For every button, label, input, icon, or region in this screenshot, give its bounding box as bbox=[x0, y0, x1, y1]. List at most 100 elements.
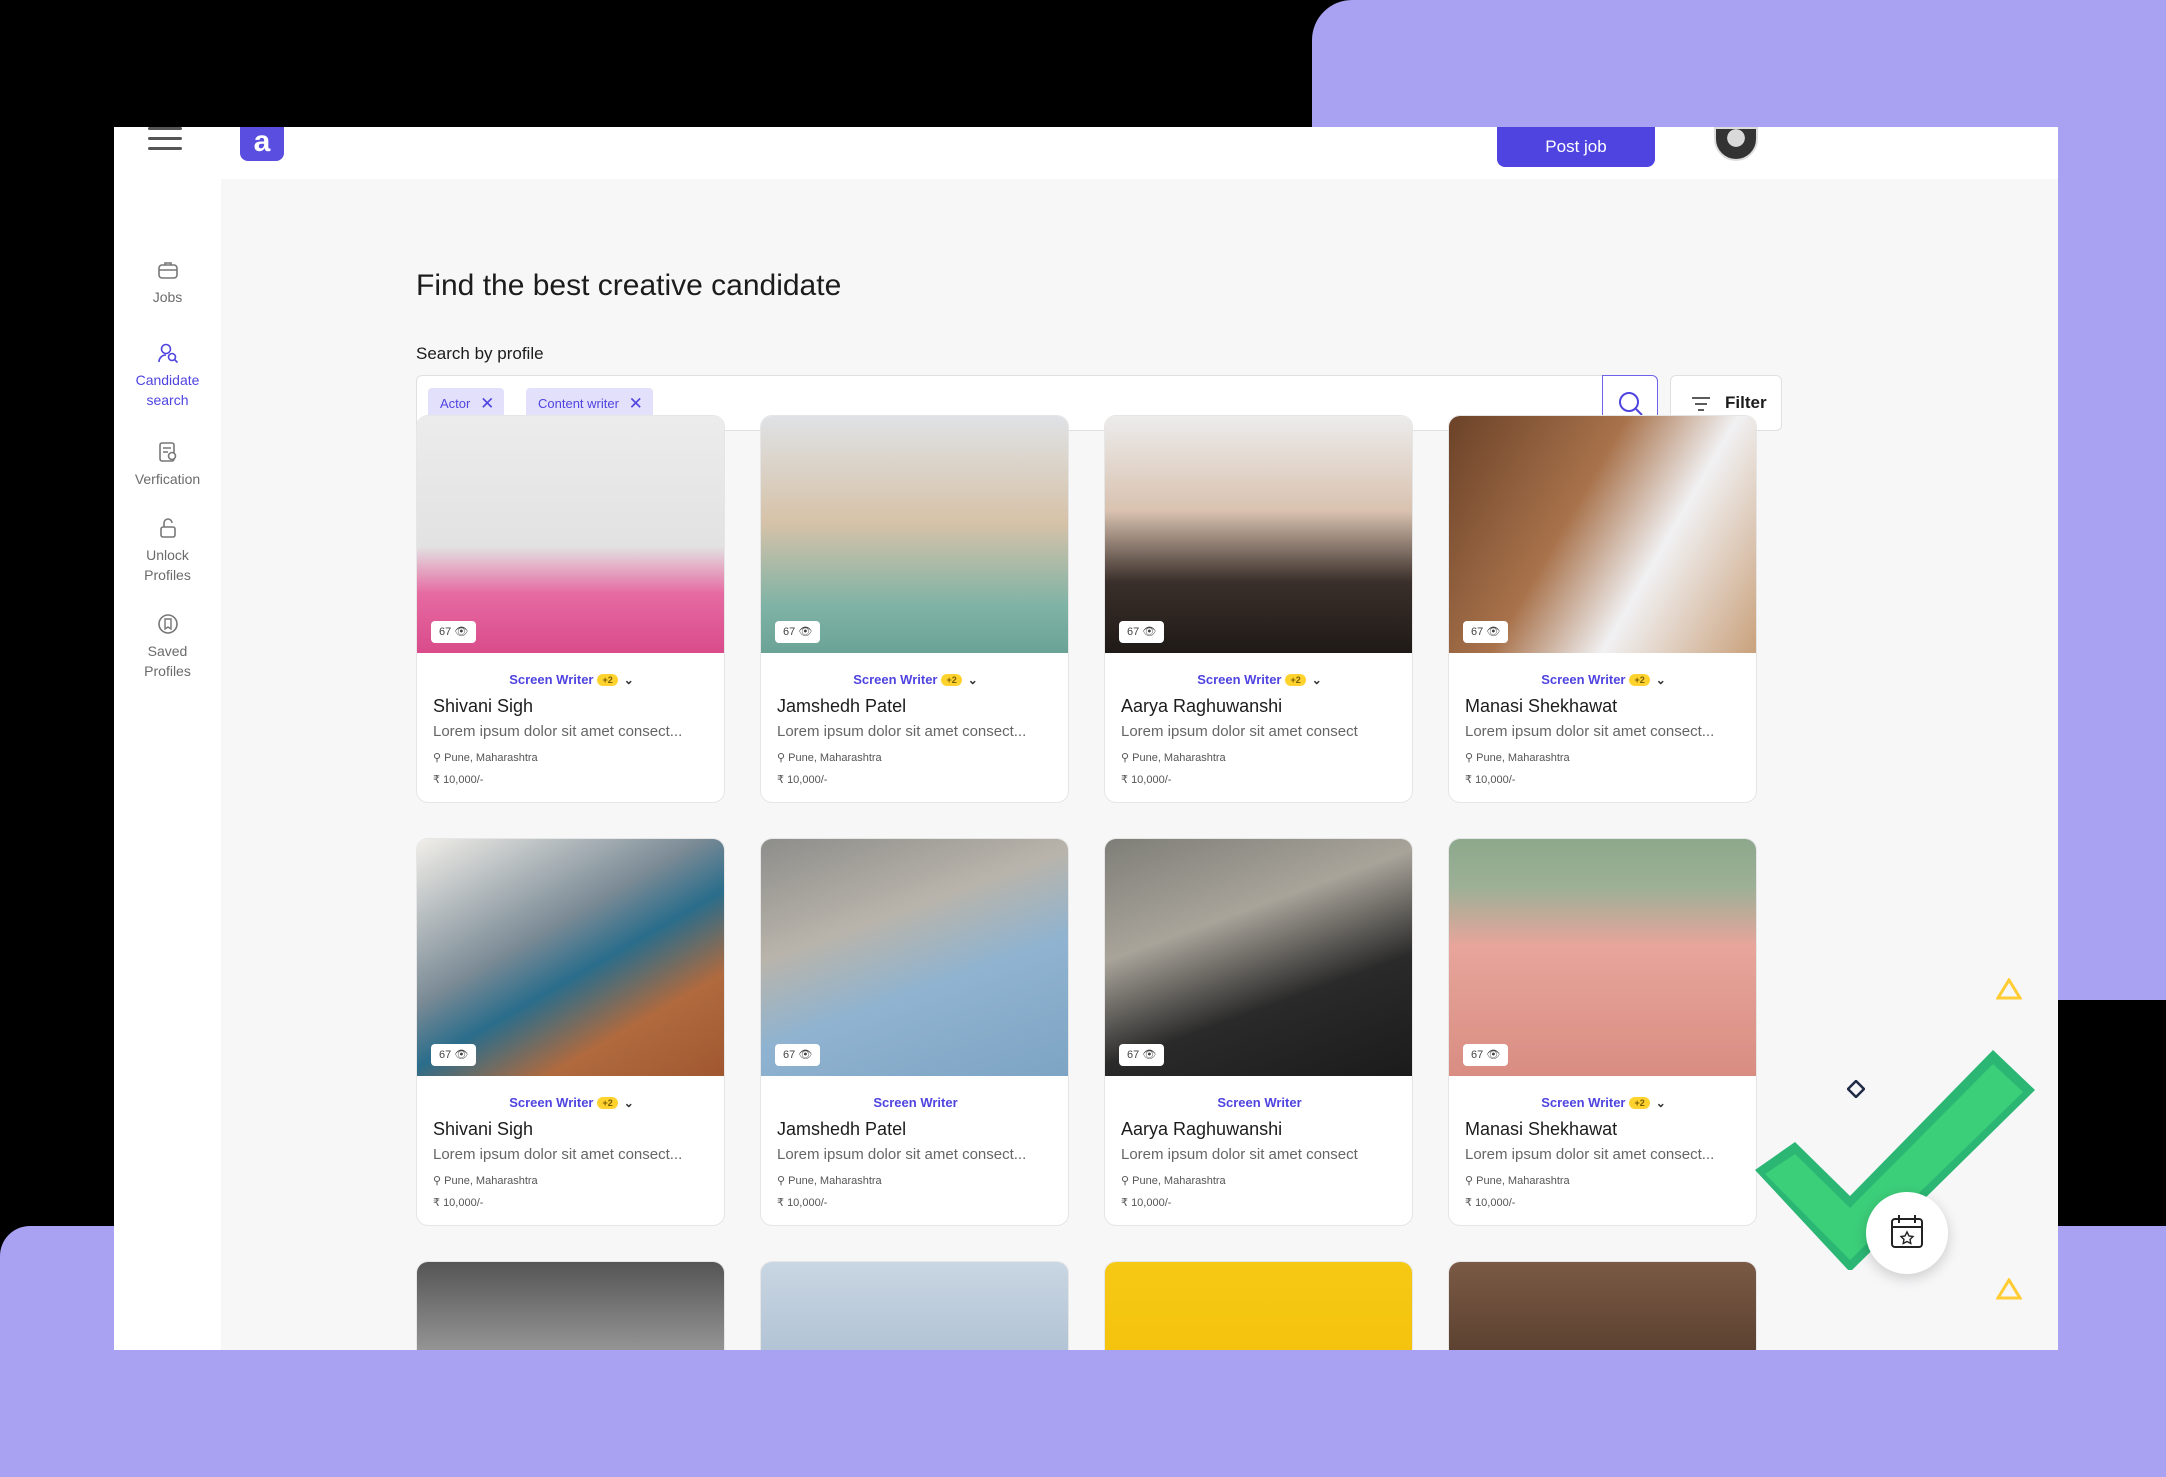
candidate-pay: ₹ 10,000/- bbox=[1465, 1196, 1515, 1209]
diamond-decor-icon bbox=[1847, 1080, 1865, 1098]
candidate-name: Aarya Raghuwanshi bbox=[1121, 696, 1283, 716]
candidate-card[interactable] bbox=[1104, 1261, 1413, 1350]
chevron-down-icon[interactable]: ⌄ bbox=[1312, 673, 1322, 687]
hamburger-menu-icon[interactable] bbox=[148, 127, 182, 151]
candidate-photo bbox=[1449, 839, 1756, 1076]
candidate-description: Lorem ipsum dolor sit amet consect... bbox=[777, 723, 1027, 740]
user-avatar[interactable] bbox=[1714, 127, 1758, 161]
extra-roles-badge: +2 bbox=[597, 674, 618, 686]
candidate-location: ⚲ Pune, Maharashtra bbox=[777, 751, 882, 764]
rupee-icon: ₹ bbox=[777, 774, 784, 786]
app-logo[interactable]: a bbox=[240, 127, 284, 161]
rupee-icon: ₹ bbox=[777, 1197, 784, 1209]
location-pin-icon: ⚲ bbox=[1465, 1175, 1474, 1187]
role-row: Screen Writer +2 ⌄ bbox=[1449, 1095, 1756, 1110]
role-row: Screen Writer +2 ⌄ bbox=[417, 1095, 724, 1110]
candidate-card[interactable] bbox=[760, 1261, 1069, 1350]
chevron-down-icon[interactable]: ⌄ bbox=[1656, 673, 1666, 687]
candidate-card[interactable] bbox=[1448, 1261, 1757, 1350]
candidate-location: ⚲ Pune, Maharashtra bbox=[1465, 1174, 1570, 1187]
eye-icon: 👁 bbox=[1486, 1049, 1501, 1061]
candidate-location: ⚲ Pune, Maharashtra bbox=[1465, 751, 1570, 764]
rupee-icon: ₹ bbox=[433, 774, 440, 786]
rupee-icon: ₹ bbox=[1121, 774, 1128, 786]
candidate-description: Lorem ipsum dolor sit amet consect... bbox=[433, 723, 683, 740]
candidate-photo bbox=[417, 416, 724, 653]
views-badge: 67 👁 bbox=[431, 621, 477, 643]
sidebar-item-label: Jobs bbox=[152, 289, 183, 305]
candidate-photo bbox=[417, 839, 724, 1076]
candidate-name: Manasi Shekhawat bbox=[1465, 1119, 1618, 1139]
sidebar-item-verification[interactable]: Verfication bbox=[114, 441, 221, 489]
sidebar-item-candidate-search[interactable]: Candidate search bbox=[114, 342, 221, 410]
candidate-photo bbox=[761, 416, 1068, 653]
eye-icon: 👁 bbox=[1142, 626, 1157, 638]
filter-icon bbox=[1692, 397, 1710, 411]
pay-text: 10,000/- bbox=[1131, 774, 1172, 786]
views-badge: 67 👁 bbox=[1463, 621, 1509, 643]
role-label: Screen Writer bbox=[1197, 672, 1282, 687]
post-job-button[interactable]: Post job bbox=[1497, 127, 1655, 167]
top-bar: a Post job bbox=[114, 127, 2058, 179]
candidate-card[interactable]: 67 👁 Screen Writer +2 ⌄ Shivani Sigh Lorem… bbox=[416, 415, 725, 803]
eye-icon: 👁 bbox=[798, 1049, 813, 1061]
chip-label: Content writer bbox=[538, 396, 619, 411]
chevron-down-icon[interactable]: ⌄ bbox=[968, 673, 978, 687]
role-row: Screen Writer +2 ⌄ bbox=[761, 672, 1068, 687]
candidate-photo bbox=[761, 1262, 1068, 1350]
eye-icon: 👁 bbox=[798, 626, 813, 638]
sidebar-item-jobs[interactable]: Jobs bbox=[114, 259, 221, 307]
location-pin-icon: ⚲ bbox=[1121, 752, 1130, 764]
calendar-badge bbox=[1866, 1192, 1948, 1274]
views-count: 67 bbox=[439, 1049, 452, 1061]
filter-label: Filter bbox=[1725, 393, 1767, 412]
sidebar-item-saved-profiles[interactable]: Saved Profiles bbox=[114, 613, 221, 681]
role-label: Screen Writer bbox=[1541, 672, 1626, 687]
location-text: Pune, Maharashtra bbox=[788, 1175, 882, 1187]
views-count: 67 bbox=[783, 1049, 796, 1061]
candidate-name: Aarya Raghuwanshi bbox=[1121, 1119, 1283, 1139]
candidate-location: ⚲ Pune, Maharashtra bbox=[433, 1174, 538, 1187]
views-badge: 67 👁 bbox=[1119, 1044, 1165, 1066]
candidate-name: Manasi Shekhawat bbox=[1465, 696, 1618, 716]
chevron-down-icon[interactable]: ⌄ bbox=[624, 673, 634, 687]
location-pin-icon: ⚲ bbox=[1465, 752, 1474, 764]
location-text: Pune, Maharashtra bbox=[788, 752, 882, 764]
candidate-card[interactable]: 67 👁 Screen Writer +2 ⌄ Manasi Shekhawat L… bbox=[1448, 838, 1757, 1226]
eye-icon: 👁 bbox=[454, 626, 469, 638]
sidebar-item-label: Saved Profiles bbox=[144, 643, 191, 679]
sidebar-item-label: Verfication bbox=[134, 471, 201, 487]
candidate-name: Jamshedh Patel bbox=[777, 1119, 907, 1139]
pay-text: 10,000/- bbox=[443, 1197, 484, 1209]
candidate-card[interactable] bbox=[416, 1261, 725, 1350]
decor-purple-right bbox=[2058, 300, 2166, 1000]
document-check-icon bbox=[158, 442, 176, 462]
sidebar-item-unlock-profiles[interactable]: Unlock Profiles bbox=[114, 517, 221, 585]
candidate-card[interactable]: 67 👁 Screen Writer +2 ⌄ Jamshedh Patel Lor… bbox=[760, 415, 1069, 803]
search-label: Search by profile bbox=[416, 344, 544, 363]
location-text: Pune, Maharashtra bbox=[1132, 1175, 1226, 1187]
views-count: 67 bbox=[1471, 1049, 1484, 1061]
candidate-card[interactable]: 67 👁 Screen Writer Jamshedh Patel Lorem … bbox=[760, 838, 1069, 1226]
candidate-card[interactable]: 67 👁 Screen Writer +2 ⌄ Shivani Sigh Lorem… bbox=[416, 838, 725, 1226]
views-count: 67 bbox=[1127, 626, 1140, 638]
chevron-down-icon[interactable]: ⌄ bbox=[1656, 1096, 1666, 1110]
role-label: Screen Writer bbox=[509, 672, 594, 687]
calendar-icon bbox=[1891, 1215, 1923, 1248]
views-badge: 67 👁 bbox=[775, 1044, 821, 1066]
candidate-name: Shivani Sigh bbox=[433, 1119, 534, 1139]
candidate-photo bbox=[417, 1262, 724, 1350]
candidate-card[interactable]: 67 👁 Screen Writer Aarya Raghuwanshi Lor… bbox=[1104, 838, 1413, 1226]
location-pin-icon: ⚲ bbox=[777, 1175, 786, 1187]
candidate-card[interactable]: 67 👁 Screen Writer +2 ⌄ Manasi Shekhawat L… bbox=[1448, 415, 1757, 803]
chevron-down-icon[interactable]: ⌄ bbox=[624, 1096, 634, 1110]
candidate-pay: ₹ 10,000/- bbox=[777, 773, 827, 786]
person-search-icon bbox=[157, 343, 178, 364]
pay-text: 10,000/- bbox=[1131, 1197, 1172, 1209]
briefcase-icon bbox=[157, 262, 178, 279]
rupee-icon: ₹ bbox=[1121, 1197, 1128, 1209]
candidate-card[interactable]: 67 👁 Screen Writer +2 ⌄ Aarya Raghuwanshi … bbox=[1104, 415, 1413, 803]
role-row: Screen Writer bbox=[761, 1095, 1068, 1110]
views-count: 67 bbox=[1127, 1049, 1140, 1061]
candidate-description: Lorem ipsum dolor sit amet consect... bbox=[1465, 1146, 1715, 1163]
